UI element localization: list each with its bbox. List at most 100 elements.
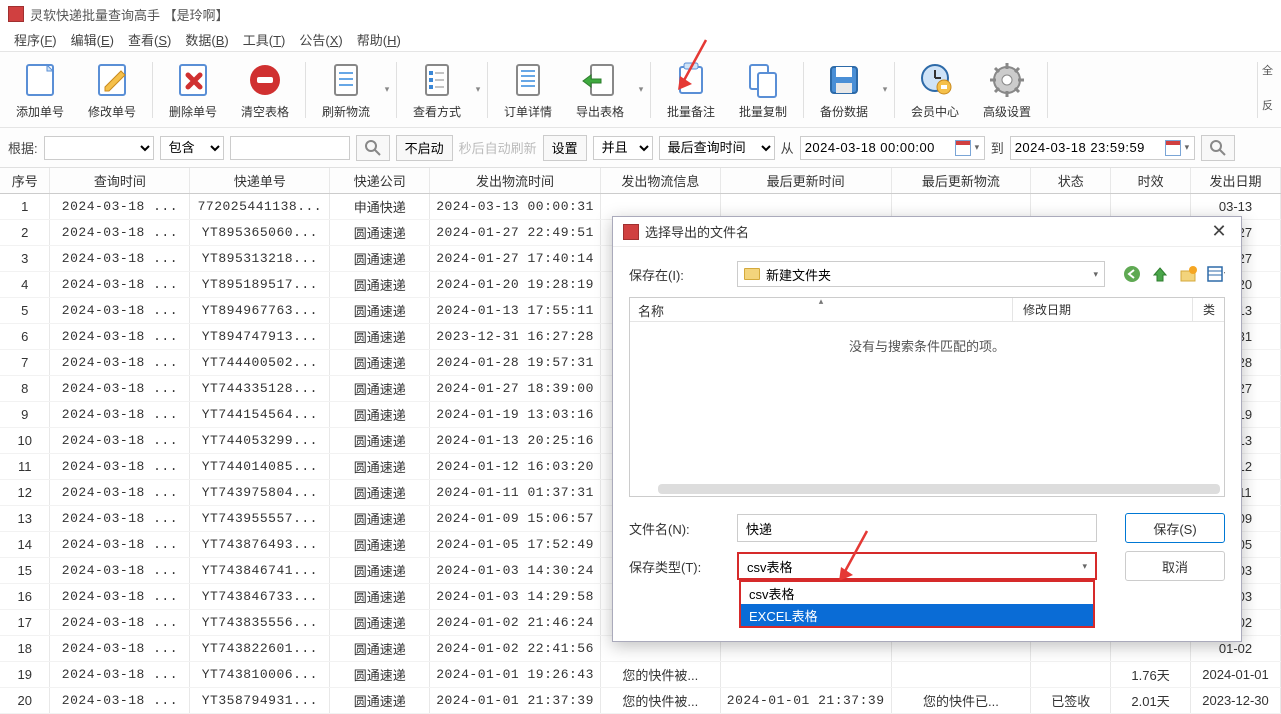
date-search-button[interactable] [1201, 135, 1235, 161]
type-label: 保存类型(T): [629, 557, 729, 576]
menu-x[interactable]: 公告(X) [293, 28, 348, 51]
column-header[interactable]: 序号 [0, 168, 50, 194]
new-folder-icon[interactable] [1179, 265, 1197, 283]
clock-icon [914, 59, 956, 101]
settings-button[interactable]: 设置 [543, 135, 587, 161]
backup-data-button[interactable]: 备份数据 [808, 54, 880, 126]
batch-note-button[interactable]: 批量备注 [655, 54, 727, 126]
column-header[interactable]: 状态 [1031, 168, 1111, 194]
main-toolbar: 添加单号 修改单号 删除单号 清空表格 刷新物流 ▾ [0, 52, 1281, 128]
advanced-settings-button[interactable]: 高级设置 [971, 54, 1043, 126]
dialog-icon [623, 224, 639, 240]
dialog-title-text: 选择导出的文件名 [645, 222, 749, 241]
menu-e[interactable]: 编辑(E) [65, 28, 120, 51]
menu-h[interactable]: 帮助(H) [351, 28, 407, 51]
up-icon[interactable] [1151, 265, 1169, 283]
edit-number-button[interactable]: 修改单号 [76, 54, 148, 126]
export-table-button[interactable]: 导出表格 [564, 54, 636, 126]
refresh-logistics-button[interactable]: 刷新物流 [310, 54, 382, 126]
type-option-excel[interactable]: EXCEL表格 [741, 604, 1093, 626]
gear-icon [986, 59, 1028, 101]
menu-t[interactable]: 工具(T) [237, 28, 292, 51]
column-header[interactable]: 发出物流时间 [430, 168, 601, 194]
close-button[interactable]: ✕ [1207, 220, 1231, 244]
chevron-down-icon[interactable]: ▾ [636, 54, 646, 126]
disk-icon [823, 59, 865, 101]
view-menu-icon[interactable] [1207, 265, 1225, 283]
separator [650, 62, 651, 118]
file-list[interactable]: ▴名称 修改日期 类 没有与搜索条件匹配的项。 [629, 297, 1225, 497]
type-option-csv[interactable]: csv表格 [741, 582, 1093, 604]
cancel-button[interactable]: 取消 [1125, 551, 1225, 581]
column-header[interactable]: 快递公司 [330, 168, 430, 194]
back-icon[interactable] [1123, 265, 1141, 283]
table-row[interactable]: 192024-03-18 ...YT743810006...圆通速递2024-0… [0, 662, 1281, 688]
view-mode-button[interactable]: 查看方式 [401, 54, 473, 126]
and-select[interactable]: 并且 [593, 136, 653, 160]
save-dialog: 选择导出的文件名 ✕ 保存在(I): 新建文件夹 ▾ ▴名称 修改日期 [612, 216, 1242, 642]
chevron-down-icon[interactable]: ▾ [880, 54, 890, 126]
calendar-icon [1165, 140, 1181, 156]
column-header[interactable]: 发出日期 [1191, 168, 1281, 194]
save-type-select[interactable]: csv表格 ▾ csv表格 EXCEL表格 [737, 552, 1097, 580]
scrollbar-thumb[interactable] [658, 484, 1220, 494]
title-bar: 灵软快递批量查询高手 【是玲啊】 [0, 0, 1281, 28]
separator [305, 62, 306, 118]
menu-f[interactable]: 程序(F) [8, 28, 63, 51]
separator [894, 62, 895, 118]
contains-select[interactable]: 包含 [160, 136, 224, 160]
filename-input[interactable] [737, 514, 1097, 542]
separator [803, 62, 804, 118]
export-icon [579, 59, 621, 101]
refresh-icon [325, 59, 367, 101]
column-header[interactable]: 快递单号 [190, 168, 330, 194]
copy-icon [742, 59, 784, 101]
clear-icon [244, 59, 286, 101]
separator [152, 62, 153, 118]
page-edit-icon [91, 59, 133, 101]
save-in-label: 保存在(I): [629, 265, 729, 284]
page-add-icon [19, 59, 61, 101]
column-header[interactable]: 最后更新物流 [891, 168, 1031, 194]
column-header[interactable]: 查询时间 [50, 168, 190, 194]
filter-bar: 根据: 包含 不启动 秒后自动刷新 设置 并且 最后查询时间 从 2024-03… [0, 128, 1281, 168]
search-icon [1210, 140, 1226, 156]
auto-refresh-label: 秒后自动刷新 [459, 138, 537, 157]
folder-icon [744, 268, 760, 280]
delete-number-button[interactable]: 删除单号 [157, 54, 229, 126]
batch-copy-button[interactable]: 批量复制 [727, 54, 799, 126]
table-row[interactable]: 202024-03-18 ...YT358794931...圆通速递2024-0… [0, 688, 1281, 714]
filename-label: 文件名(N): [629, 519, 729, 538]
save-type-dropdown: csv表格 EXCEL表格 [739, 580, 1095, 628]
clear-table-button[interactable]: 清空表格 [229, 54, 301, 126]
member-center-button[interactable]: 会员中心 [899, 54, 971, 126]
order-detail-button[interactable]: 订单详情 [492, 54, 564, 126]
menu-b[interactable]: 数据(B) [179, 28, 234, 51]
separator [396, 62, 397, 118]
detail-icon [507, 59, 549, 101]
from-date-input[interactable]: 2024-03-18 00:00:00▾ [800, 136, 985, 160]
file-list-header: ▴名称 修改日期 类 [630, 298, 1224, 322]
basis-select[interactable] [44, 136, 154, 160]
column-header[interactable]: 时效 [1111, 168, 1191, 194]
column-date[interactable]: 修改日期 [1012, 298, 1192, 321]
no-start-button[interactable]: 不启动 [396, 135, 453, 161]
to-date-input[interactable]: 2024-03-18 23:59:59▾ [1010, 136, 1195, 160]
list-icon [416, 59, 458, 101]
chevron-down-icon[interactable]: ▾ [473, 54, 483, 126]
column-header[interactable]: 最后更新时间 [720, 168, 891, 194]
menu-s[interactable]: 查看(S) [122, 28, 177, 51]
filter-value-input[interactable] [230, 136, 350, 160]
save-button[interactable]: 保存(S) [1125, 513, 1225, 543]
add-number-button[interactable]: 添加单号 [4, 54, 76, 126]
separator [1047, 62, 1048, 118]
column-name[interactable]: ▴名称 [630, 298, 1012, 321]
column-header[interactable]: 发出物流信息 [600, 168, 720, 194]
separator [487, 62, 488, 118]
search-button[interactable] [356, 135, 390, 161]
to-label: 到 [991, 138, 1004, 157]
folder-select[interactable]: 新建文件夹 ▾ [737, 261, 1105, 287]
chevron-down-icon[interactable]: ▾ [382, 54, 392, 126]
last-query-select[interactable]: 最后查询时间 [659, 136, 775, 160]
column-type[interactable]: 类 [1192, 298, 1224, 321]
